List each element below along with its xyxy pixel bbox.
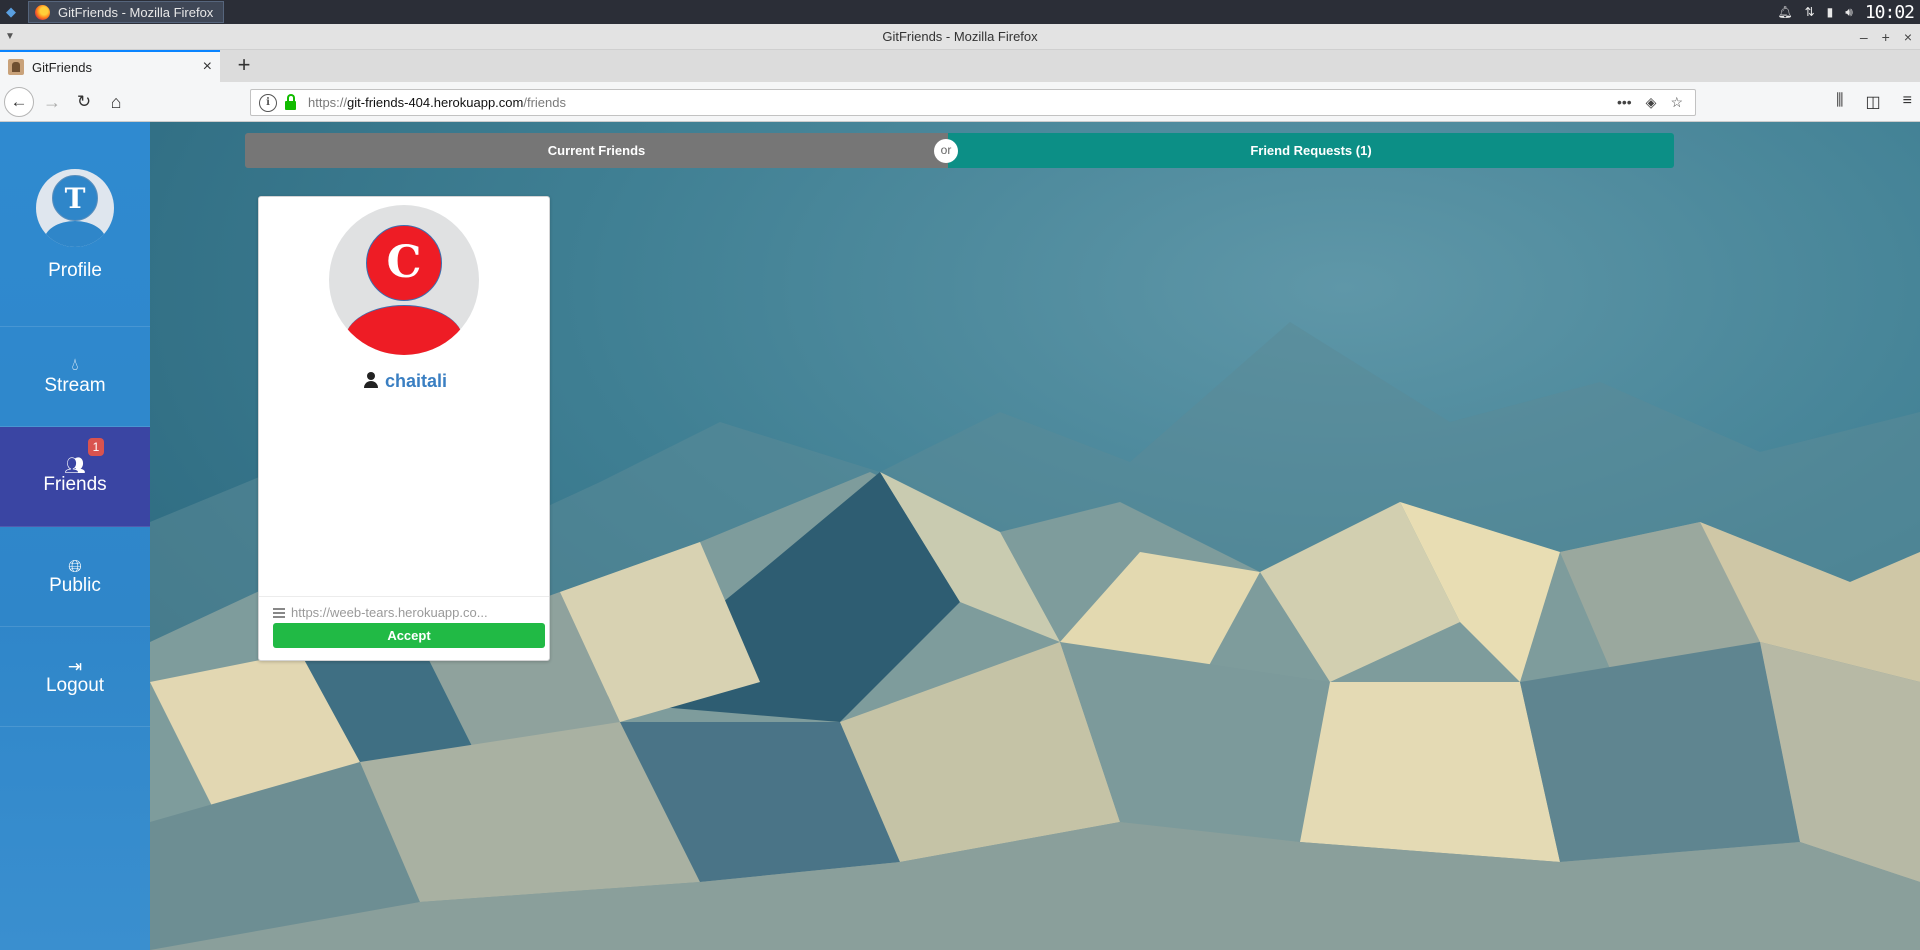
notification-icon[interactable]: 🔔︎ (1777, 5, 1792, 19)
accept-button[interactable]: Accept (273, 623, 545, 648)
avatar-body (345, 305, 463, 355)
taskbar-window-button[interactable]: GitFriends - Mozilla Firefox (28, 1, 224, 23)
sidebar-item-profile[interactable]: T Profile (0, 122, 150, 327)
sidebar: T Profile 💧︎ Stream 1 👥︎ Friends 🌐︎ Publ… (0, 122, 150, 950)
sidebar-item-label: Public (49, 575, 101, 596)
request-username-link[interactable]: chaitali (259, 371, 551, 392)
minimize-icon[interactable]: – (1860, 24, 1868, 50)
sidebar-item-label: Friends (43, 474, 107, 495)
home-button[interactable]: ⌂ (102, 88, 130, 116)
tab-favicon (8, 59, 24, 75)
sidebar-item-label: Stream (44, 375, 106, 396)
sidebar-item-public[interactable]: 🌐︎ Public (0, 527, 150, 627)
current-friends-button[interactable]: Current Friends (245, 133, 948, 168)
server-icon (273, 608, 285, 618)
sidebar-item-logout[interactable]: ⇥ Logout (0, 627, 150, 727)
url-actions: ••• ◈ ☆ (1617, 94, 1683, 111)
url-scheme: https:// (308, 95, 348, 110)
window-title: GitFriends - Mozilla Firefox (882, 29, 1038, 44)
window-titlebar: ▼ GitFriends - Mozilla Firefox – + × (0, 24, 1920, 50)
hamburger-menu-icon[interactable]: ≡ (1903, 92, 1912, 112)
url-host: git-friends-404.herokuapp.com (347, 95, 524, 110)
friend-requests-button[interactable]: Friend Requests (1) (948, 133, 1674, 168)
page-actions-icon[interactable]: ••• (1617, 94, 1632, 111)
sidebar-item-label: Logout (45, 675, 105, 696)
tab-gitfriends[interactable]: GitFriends × (0, 50, 220, 82)
sidebar-item-label: Profile (48, 260, 102, 281)
pocket-icon[interactable]: ◈ (1646, 94, 1657, 111)
os-taskbar: ◆ GitFriends - Mozilla Firefox 🔔︎ ⇅ ▮ 🔊︎… (0, 0, 1920, 24)
profile-avatar-body (44, 221, 106, 247)
start-menu-icon[interactable]: ◆ (0, 0, 22, 24)
request-username[interactable]: chaitali (385, 371, 447, 391)
taskbar-window-title: GitFriends - Mozilla Firefox (58, 4, 214, 20)
sign-out-icon: ⇥ (67, 657, 83, 676)
lock-icon[interactable] (285, 93, 296, 110)
request-host-text: https://weeb-tears.herokuapp.co... (291, 605, 488, 620)
friends-view-toggle: Current Friends Friend Requests (1) or (245, 133, 1674, 168)
bookmark-star-icon[interactable]: ☆ (1670, 94, 1683, 111)
window-controls: – + × (1860, 24, 1912, 50)
profile-avatar[interactable]: T (36, 169, 114, 247)
droplet-icon: 💧︎ (71, 355, 79, 374)
tab-strip: GitFriends × + (0, 50, 1920, 82)
or-divider: or (934, 139, 958, 163)
firefox-icon (35, 4, 50, 20)
url-bar[interactable]: i https://git-friends-404.herokuapp.com/… (250, 89, 1696, 116)
volume-icon[interactable]: 🔊︎ (1845, 5, 1853, 20)
url-path: /friends (523, 95, 566, 110)
close-window-icon[interactable]: × (1904, 24, 1912, 50)
toolbar-right: ⫼ ◫ ≡ (1836, 92, 1912, 112)
forward-button[interactable]: → (38, 88, 66, 116)
back-button[interactable]: ← (4, 87, 34, 117)
sidebar-item-stream[interactable]: 💧︎ Stream (0, 327, 150, 427)
tab-close-icon[interactable]: × (203, 58, 212, 76)
tab-title: GitFriends (32, 59, 92, 75)
globe-icon: 🌐︎ (68, 557, 82, 576)
avatar: C (329, 205, 479, 355)
sidebar-item-friends[interactable]: 1 👥︎ Friends (0, 427, 150, 527)
window-menu-icon[interactable]: ▼ (5, 24, 15, 50)
network-icon[interactable]: ⇅ (1805, 5, 1815, 19)
navigation-toolbar: ← → ↻ ⌂ i https://git-friends-404.heroku… (0, 82, 1920, 122)
reload-button[interactable]: ↻ (70, 88, 98, 116)
page-content: T Profile 💧︎ Stream 1 👥︎ Friends 🌐︎ Publ… (0, 122, 1920, 950)
card-extra-content: https://weeb-tears.herokuapp.co... Accep… (259, 596, 549, 661)
users-icon: 👥︎ (64, 456, 86, 475)
friend-request-card: C chaitali https://weeb-tears.herokuapp.… (258, 196, 550, 661)
profile-avatar-letter: T (52, 175, 98, 221)
library-icon[interactable]: ⫼ (1836, 92, 1843, 112)
request-host: https://weeb-tears.herokuapp.co... (273, 605, 539, 620)
system-tray: 🔔︎ ⇅ ▮ 🔊︎ 10:02 (1777, 0, 1920, 24)
friend-request-badge: 1 (88, 438, 104, 456)
maximize-icon[interactable]: + (1882, 24, 1890, 50)
sidebar-toggle-icon[interactable]: ◫ (1866, 92, 1881, 112)
site-info-icon[interactable]: i (259, 93, 277, 112)
new-tab-button[interactable]: + (230, 52, 258, 80)
battery-icon[interactable]: ▮ (1827, 5, 1834, 19)
clock[interactable]: 10:02 (1865, 2, 1915, 23)
user-icon (363, 372, 379, 388)
avatar-letter: C (366, 225, 442, 301)
url-text[interactable]: https://git-friends-404.herokuapp.com/fr… (308, 95, 1617, 110)
